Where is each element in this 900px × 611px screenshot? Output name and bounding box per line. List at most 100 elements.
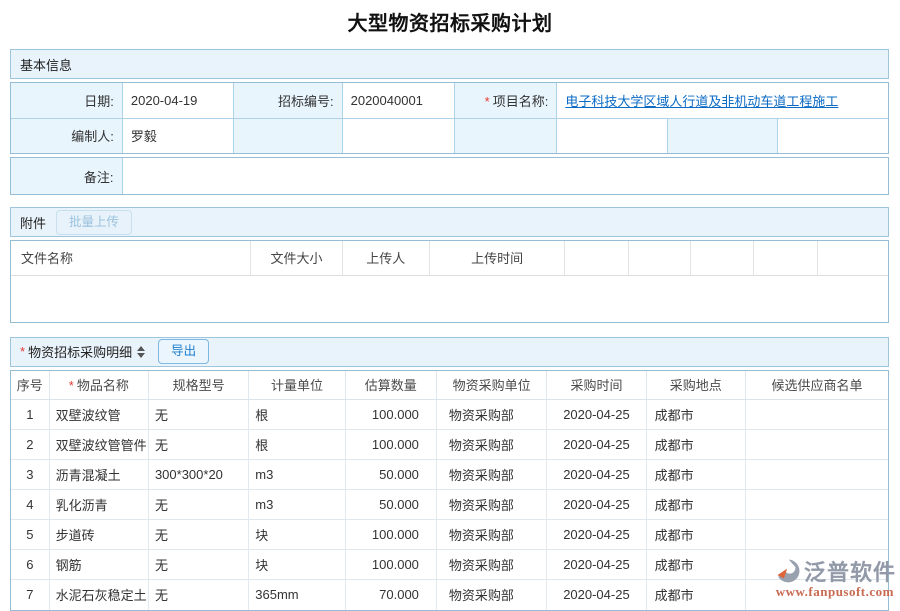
fanpu-logo-icon — [775, 558, 801, 584]
cell: 2020-04-25 — [547, 490, 646, 520]
basic-info-section: 基本信息 日期: 2020-04-19 招标编号: 2020040001 *项目… — [10, 49, 889, 195]
cell: 物资采购部 — [436, 460, 546, 490]
detail-header-row: 序号*物品名称规格型号计量单位估算数量物资采购单位采购时间采购地点候选供应商名单 — [11, 371, 888, 400]
date-value[interactable]: 2020-04-19 — [122, 83, 233, 118]
cell: 无 — [148, 550, 248, 580]
cell: 2020-04-25 — [547, 580, 646, 610]
column-header: 文件大小 — [251, 241, 342, 275]
cell: 3 — [11, 460, 49, 490]
basic-info-row-1: 日期: 2020-04-19 招标编号: 2020040001 *项目名称: 电… — [11, 83, 888, 118]
cell: 100.000 — [345, 430, 436, 460]
empty-value-cell — [557, 118, 667, 153]
cell: 成都市 — [646, 400, 745, 430]
project-name-link[interactable]: 电子科技大学区域人行道及非机动车道工程施工 — [565, 94, 838, 109]
cell — [745, 400, 888, 430]
creator-value[interactable]: 罗毅 — [122, 118, 233, 153]
date-label: 日期: — [11, 83, 122, 118]
cell: 物资采购部 — [436, 430, 546, 460]
column-header — [818, 241, 888, 275]
page-title: 大型物资招标采购计划 — [0, 7, 900, 36]
empty-value-cell — [778, 118, 888, 153]
attachments-empty-body — [11, 276, 888, 322]
cell: 步道砖 — [49, 520, 148, 550]
vendor-watermark: 泛普软件 www.fanpusoft.com — [758, 555, 896, 600]
table-row[interactable]: 3沥青混凝土300*300*20m350.000物资采购部2020-04-25成… — [11, 460, 888, 490]
cell: 物资采购部 — [436, 520, 546, 550]
required-asterisk: * — [485, 94, 490, 109]
sort-icon[interactable] — [137, 346, 145, 358]
column-header — [565, 241, 628, 275]
table-row[interactable]: 6钢筋无块100.000物资采购部2020-04-25成都市 — [11, 550, 888, 580]
cell: m3 — [249, 490, 345, 520]
empty-label-cell — [667, 118, 777, 153]
cell: 无 — [148, 580, 248, 610]
cell: m3 — [249, 460, 345, 490]
attachments-table: 文件名称文件大小上传人上传时间 — [11, 241, 888, 276]
cell: 5 — [11, 520, 49, 550]
table-row[interactable]: 4乳化沥青无m350.000物资采购部2020-04-25成都市 — [11, 490, 888, 520]
column-header: 序号 — [11, 371, 49, 400]
column-header — [690, 241, 753, 275]
cell: 物资采购部 — [436, 580, 546, 610]
basic-info-row-2: 编制人: 罗毅 — [11, 118, 888, 153]
attachments-header-row: 文件名称文件大小上传人上传时间 — [11, 241, 888, 275]
bid-no-value[interactable]: 2020040001 — [342, 83, 454, 118]
remark-value[interactable] — [122, 158, 888, 194]
cell: 50.000 — [345, 490, 436, 520]
cell: 成都市 — [646, 580, 745, 610]
batch-upload-button[interactable]: 批量上传 — [56, 210, 132, 235]
cell: 物资采购部 — [436, 490, 546, 520]
cell: 成都市 — [646, 550, 745, 580]
cell: 无 — [148, 400, 248, 430]
cell — [745, 430, 888, 460]
cell: 根 — [249, 430, 345, 460]
attachments-table-box: 文件名称文件大小上传人上传时间 — [10, 240, 889, 323]
vendor-brand: 泛普软件 — [804, 555, 896, 587]
detail-header: * 物资招标采购明细 导出 — [10, 337, 889, 367]
column-header: 估算数量 — [345, 371, 436, 400]
cell: 4 — [11, 490, 49, 520]
project-name-cell: 电子科技大学区域人行道及非机动车道工程施工 — [557, 83, 888, 118]
cell — [745, 520, 888, 550]
export-button[interactable]: 导出 — [158, 339, 209, 364]
cell: 2020-04-25 — [547, 520, 646, 550]
attachments-title: 附件 — [20, 213, 46, 232]
table-row[interactable]: 2双壁波纹管管件无根100.000物资采购部2020-04-25成都市 — [11, 430, 888, 460]
attachments-header: 附件 批量上传 — [10, 207, 889, 237]
cell: 100.000 — [345, 400, 436, 430]
cell: 沥青混凝土 — [49, 460, 148, 490]
cell: 50.000 — [345, 460, 436, 490]
cell: 成都市 — [646, 520, 745, 550]
cell: 6 — [11, 550, 49, 580]
basic-info-header: 基本信息 — [10, 49, 889, 79]
cell: 2 — [11, 430, 49, 460]
cell: 成都市 — [646, 460, 745, 490]
cell: 100.000 — [345, 520, 436, 550]
cell: 双壁波纹管管件 — [49, 430, 148, 460]
table-row[interactable]: 5步道砖无块100.000物资采购部2020-04-25成都市 — [11, 520, 888, 550]
cell: 无 — [148, 490, 248, 520]
cell: 2020-04-25 — [547, 550, 646, 580]
table-row[interactable]: 1双壁波纹管无根100.000物资采购部2020-04-25成都市 — [11, 400, 888, 430]
required-asterisk: * — [20, 344, 25, 359]
bid-no-label: 招标编号: — [234, 83, 342, 118]
column-header — [753, 241, 817, 275]
column-header: 候选供应商名单 — [745, 371, 888, 400]
column-header: 文件名称 — [11, 241, 251, 275]
creator-label: 编制人: — [11, 118, 122, 153]
detail-table: 序号*物品名称规格型号计量单位估算数量物资采购单位采购时间采购地点候选供应商名单… — [11, 371, 888, 610]
detail-title: 物资招标采购明细 — [28, 342, 132, 361]
table-row[interactable]: 7水泥石灰稳定土无365mm70.000物资采购部2020-04-25成都市 — [11, 580, 888, 610]
remark-box: 备注: — [10, 157, 889, 195]
cell: 2020-04-25 — [547, 400, 646, 430]
cell: 1 — [11, 400, 49, 430]
column-header: 上传人 — [342, 241, 429, 275]
empty-value-cell — [342, 118, 454, 153]
project-name-label: *项目名称: — [454, 83, 556, 118]
basic-info-table: 日期: 2020-04-19 招标编号: 2020040001 *项目名称: 电… — [11, 83, 888, 153]
cell: 成都市 — [646, 430, 745, 460]
column-header: 上传时间 — [429, 241, 564, 275]
column-header: 规格型号 — [148, 371, 248, 400]
column-header: 计量单位 — [249, 371, 345, 400]
cell: 根 — [249, 400, 345, 430]
